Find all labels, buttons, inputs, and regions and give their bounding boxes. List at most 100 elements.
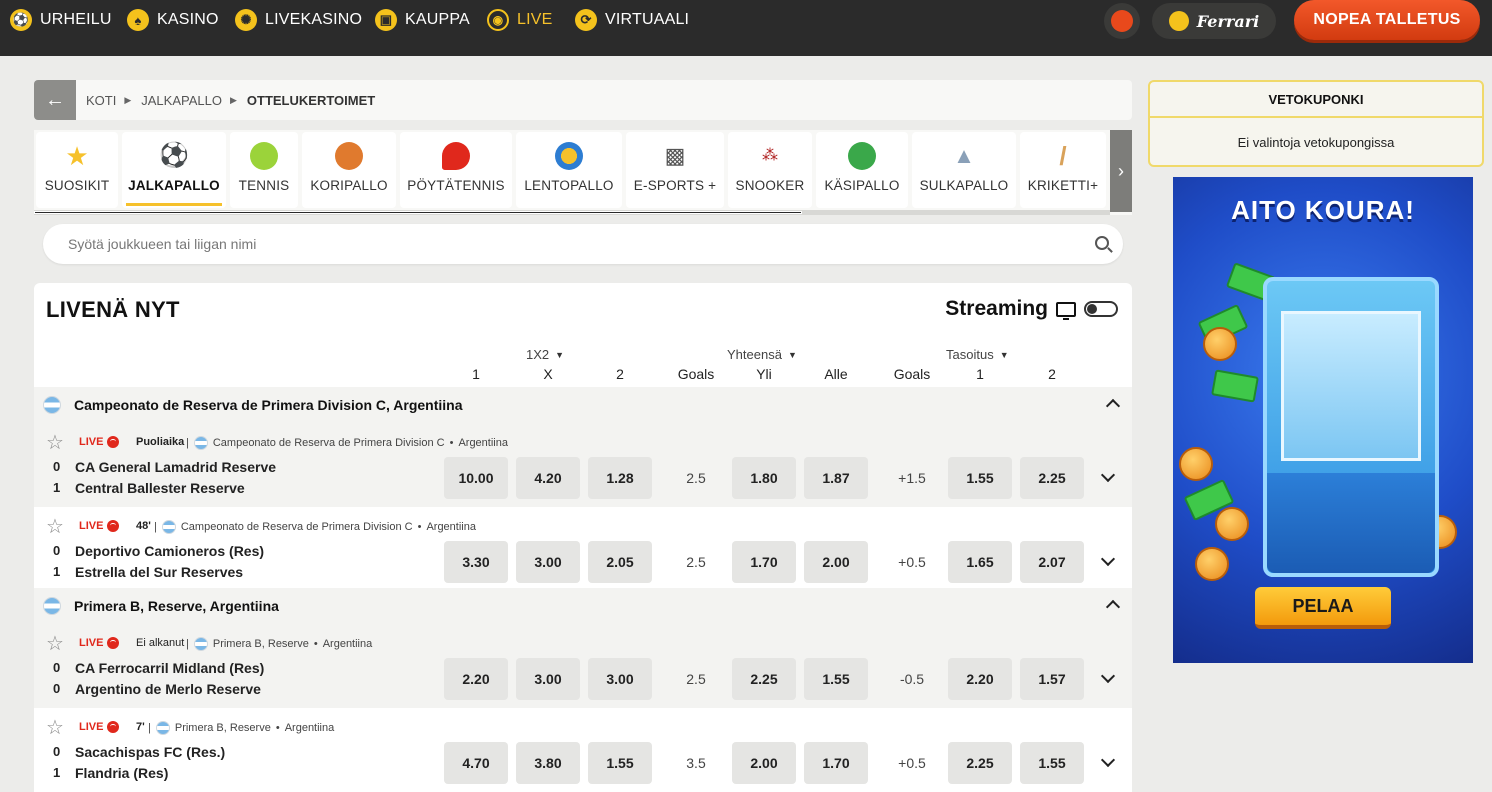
home-team[interactable]: Sacachispas FC (Res.) <box>75 744 225 760</box>
favorite-star-icon[interactable]: ☆ <box>46 634 64 654</box>
odd-button-hcp-1[interactable]: 2.20 <box>948 658 1012 700</box>
nav-item-kauppa[interactable]: ▣ KAUPPA <box>375 0 470 40</box>
odd-button-hcp-2[interactable]: 2.07 <box>1020 541 1084 583</box>
home-team[interactable]: CA Ferrocarril Midland (Res) <box>75 660 264 676</box>
odd-button-over[interactable]: 1.70 <box>732 541 796 583</box>
match-row: ☆ LIVE Ei alkanut | Primera B, Reserve •… <box>34 624 1132 708</box>
sport-tab-kriketti[interactable]: / KRIKETTI+ <box>1020 132 1106 208</box>
breadcrumb-home[interactable]: KOTI ▶ <box>86 93 131 108</box>
search-icon[interactable] <box>1095 236 1109 250</box>
volleyball-icon <box>555 142 583 170</box>
group-header-yhteensa[interactable]: Yhteensä ▼ <box>727 347 797 362</box>
odd-button-over[interactable]: 2.00 <box>732 742 796 784</box>
chevron-down-icon[interactable] <box>1100 551 1116 567</box>
league-header[interactable]: Primera B, Reserve, Argentiina <box>34 588 1132 624</box>
chevron-up-icon[interactable] <box>1105 599 1121 615</box>
team-league-search[interactable]: Syötä joukkueen tai liigan nimi <box>43 224 1123 264</box>
odd-button-2[interactable]: 3.00 <box>588 658 652 700</box>
nav-item-live[interactable]: ◉ LIVE <box>487 0 553 40</box>
promo-banner[interactable]: AITO KOURA! PELAA <box>1173 177 1473 663</box>
odd-button-x[interactable]: 3.80 <box>516 742 580 784</box>
odd-button-1[interactable]: 4.70 <box>444 742 508 784</box>
handicap-line: +0.5 <box>898 554 926 570</box>
odd-button-hcp-1[interactable]: 2.25 <box>948 742 1012 784</box>
away-team[interactable]: Flandria (Res) <box>75 765 168 781</box>
odd-button-hcp-2[interactable]: 1.57 <box>1020 658 1084 700</box>
live-stream-icon <box>107 637 120 649</box>
sport-tab-sulkapallo[interactable]: ▲ SULKAPALLO <box>912 132 1016 208</box>
match-meta: | Primera B, Reserve • Argentiina <box>186 637 373 651</box>
live-stream-icon <box>107 721 120 733</box>
away-team[interactable]: Central Ballester Reserve <box>75 480 245 496</box>
chevron-down-icon[interactable] <box>1100 668 1116 684</box>
odd-button-x[interactable]: 3.00 <box>516 658 580 700</box>
nav-item-kasino[interactable]: ♠ KASINO <box>127 0 219 40</box>
away-team[interactable]: Estrella del Sur Reserves <box>75 564 243 580</box>
claw-machine-image <box>1263 277 1439 577</box>
odd-button-hcp-2[interactable]: 2.25 <box>1020 457 1084 499</box>
away-team[interactable]: Argentino de Merlo Reserve <box>75 681 261 697</box>
nav-label: KAUPPA <box>405 11 470 28</box>
odd-button-over[interactable]: 2.25 <box>732 658 796 700</box>
odd-button-2[interactable]: 2.05 <box>588 541 652 583</box>
odd-button-1[interactable]: 3.30 <box>444 541 508 583</box>
away-score: 1 <box>53 564 61 579</box>
odd-button-under[interactable]: 1.55 <box>804 658 868 700</box>
search-input[interactable]: Syötä joukkueen tai liigan nimi <box>68 236 256 252</box>
coin-icon <box>1195 547 1229 581</box>
odd-button-under[interactable]: 1.87 <box>804 457 868 499</box>
sport-tab-poytatennis[interactable]: PÖYTÄTENNIS <box>400 132 512 208</box>
breadcrumb-jalkapallo[interactable]: JALKAPALLO ▶ <box>141 93 237 108</box>
chevron-down-icon[interactable] <box>1100 752 1116 768</box>
odd-button-1[interactable]: 10.00 <box>444 457 508 499</box>
brand-logo-button[interactable] <box>1104 3 1140 39</box>
sport-tab-tennis[interactable]: TENNIS <box>230 132 298 208</box>
group-header-tasoitus[interactable]: Tasoitus ▼ <box>946 347 1009 362</box>
play-button[interactable]: PELAA <box>1255 587 1391 629</box>
chevron-up-icon[interactable] <box>1105 398 1121 414</box>
odd-button-2[interactable]: 1.55 <box>588 742 652 784</box>
odd-button-over[interactable]: 1.80 <box>732 457 796 499</box>
sport-tab-jalkapallo[interactable]: ⚽ JALKAPALLO <box>122 132 226 208</box>
odd-button-1[interactable]: 2.20 <box>444 658 508 700</box>
home-team[interactable]: Deportivo Camioneros (Res) <box>75 543 264 559</box>
match-row: ☆ LIVE Puoliaika | Campeonato de Reserva… <box>34 423 1132 507</box>
league-header[interactable]: Campeonato de Reserva de Primera Divisio… <box>34 387 1132 423</box>
sport-tab-kasipallo[interactable]: KÄSIPALLO <box>816 132 908 208</box>
sport-tab-esports[interactable]: ▩ E-SPORTS + <box>626 132 724 208</box>
sport-tab-suosikit[interactable]: ★ SUOSIKIT <box>36 132 118 208</box>
ferrari-emblem-icon <box>1168 11 1189 31</box>
chevron-right-icon[interactable]: › <box>1110 130 1132 212</box>
nav-item-livekasino[interactable]: ✺ LIVEKASINO <box>235 0 362 40</box>
home-team[interactable]: CA General Lamadrid Reserve <box>75 459 276 475</box>
odd-button-hcp-1[interactable]: 1.55 <box>948 457 1012 499</box>
caret-down-icon: ▼ <box>999 349 1009 360</box>
odd-button-under[interactable]: 1.70 <box>804 742 868 784</box>
favorite-star-icon[interactable]: ☆ <box>46 517 64 537</box>
odd-button-hcp-2[interactable]: 1.55 <box>1020 742 1084 784</box>
group-header-1x2[interactable]: 1X2 ▼ <box>526 347 564 362</box>
odd-button-hcp-1[interactable]: 1.65 <box>948 541 1012 583</box>
odd-button-2[interactable]: 1.28 <box>588 457 652 499</box>
ferrari-button[interactable]: Ferrari <box>1152 3 1276 39</box>
sports-scrollbar-thumb[interactable] <box>34 211 802 214</box>
odd-button-x[interactable]: 4.20 <box>516 457 580 499</box>
odd-button-under[interactable]: 2.00 <box>804 541 868 583</box>
nav-item-virtuaali[interactable]: ⟳ VIRTUAALI <box>575 0 689 40</box>
sport-tab-snooker[interactable]: ⁂ SNOOKER <box>728 132 812 208</box>
streaming-toggle[interactable] <box>1084 301 1118 317</box>
odd-button-x[interactable]: 3.00 <box>516 541 580 583</box>
ferrari-label: Ferrari <box>1196 11 1260 31</box>
chevron-down-icon[interactable] <box>1100 467 1116 483</box>
claw-machine-glass <box>1281 311 1421 461</box>
nav-item-urheilu[interactable]: ⚽ URHEILU <box>10 0 112 40</box>
back-arrow-icon[interactable]: ← <box>34 80 76 120</box>
quick-deposit-button[interactable]: NOPEA TALLETUS <box>1294 0 1480 40</box>
streaming-toggle-group: Streaming <box>945 297 1118 321</box>
sport-tab-koripallo[interactable]: KORIPALLO <box>302 132 396 208</box>
sport-tab-lentopallo[interactable]: LENTOPALLO <box>516 132 622 208</box>
coin-icon <box>1215 507 1249 541</box>
favorite-star-icon[interactable]: ☆ <box>46 718 64 738</box>
favorite-star-icon[interactable]: ☆ <box>46 433 64 453</box>
column-header-goals: Goals <box>677 366 715 382</box>
